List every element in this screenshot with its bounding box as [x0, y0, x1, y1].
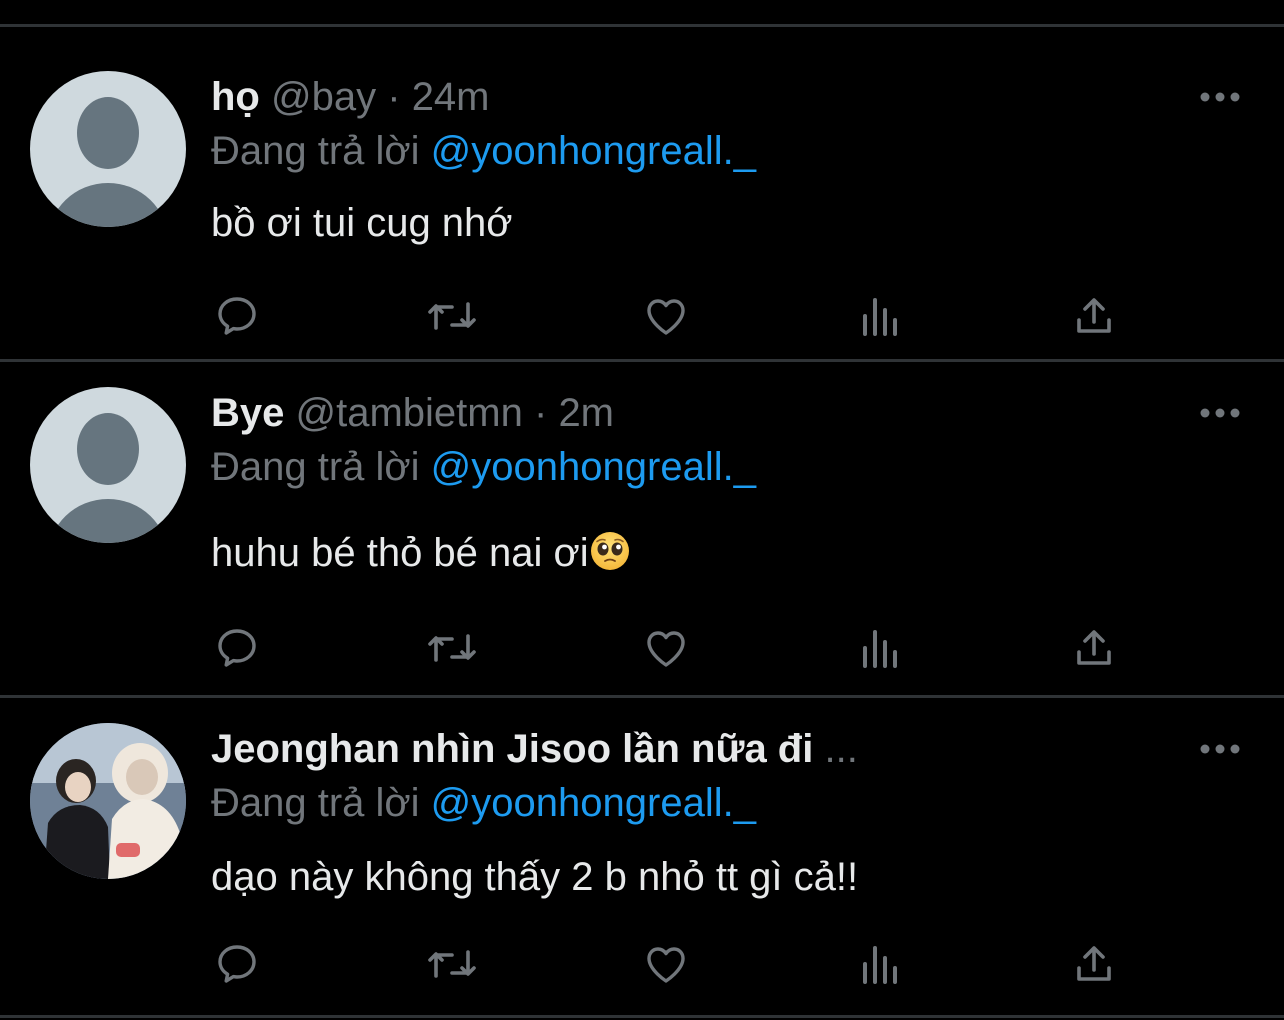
retweet-icon[interactable] [424, 620, 480, 676]
more-options-icon[interactable] [1198, 82, 1242, 112]
mention-link[interactable]: @yoonhongreall._ [431, 445, 756, 489]
replying-label: Đang trả lời [211, 781, 420, 825]
action-bar [0, 936, 1284, 996]
share-icon[interactable] [1066, 620, 1122, 676]
replying-label: Đang trả lời [211, 445, 420, 489]
like-icon[interactable] [638, 620, 694, 676]
tweet-header: họ @bay · 24m [211, 72, 490, 122]
reply-icon[interactable] [209, 620, 265, 676]
timestamp[interactable]: 24m [412, 75, 490, 119]
default-avatar[interactable] [30, 387, 186, 543]
replying-to: Đang trả lời @yoonhongreall._ [211, 442, 756, 492]
retweet-icon[interactable] [424, 936, 480, 992]
reply-icon[interactable] [209, 936, 265, 992]
action-bar [0, 620, 1284, 680]
username-handle[interactable]: @tambietmn [296, 391, 523, 435]
more-options-icon[interactable] [1198, 734, 1242, 764]
reply-icon[interactable] [209, 288, 265, 344]
pleading-face-emoji [589, 530, 631, 584]
separator-dot: · [387, 75, 401, 119]
username-handle[interactable]: @bay [271, 75, 376, 119]
tweet-content: huhu bé thỏ bé nai ơi [211, 528, 631, 584]
tweet-text: bồ ơi tui cug nhớ [211, 201, 513, 245]
divider-bottom [0, 1015, 1284, 1018]
separator-dot: · [533, 391, 548, 435]
default-avatar[interactable] [30, 71, 186, 227]
tweet-3[interactable]: Jeonghan nhìn Jisoo lần nữa đi ... Đang … [0, 678, 1284, 1010]
more-options-icon[interactable] [1198, 398, 1242, 428]
photo-avatar[interactable] [30, 723, 186, 879]
display-name[interactable]: Jeonghan nhìn Jisoo lần nữa đi [211, 727, 813, 771]
share-icon[interactable] [1066, 936, 1122, 992]
replying-to: Đang trả lời @yoonhongreall._ [211, 778, 756, 828]
tweet-text: huhu bé thỏ bé nai ơi [211, 531, 589, 575]
analytics-icon[interactable] [853, 288, 909, 344]
mention-link[interactable]: @yoonhongreall._ [431, 129, 756, 173]
display-name[interactable]: họ [211, 75, 260, 119]
analytics-icon[interactable] [853, 620, 909, 676]
name-truncation: ... [824, 727, 858, 771]
tweet-text: dạo này không thấy 2 b nhỏ tt gì cả!! [211, 855, 859, 899]
tweet-header: Bye @tambietmn · 2m [211, 388, 614, 438]
timestamp[interactable]: 2m [558, 391, 614, 435]
mention-link[interactable]: @yoonhongreall._ [431, 781, 756, 825]
retweet-icon[interactable] [424, 288, 480, 344]
replying-label: Đang trả lời [211, 129, 420, 173]
tweet-2[interactable]: Bye @tambietmn · 2m Đang trả lời @yoonho… [0, 342, 1284, 674]
tweet-1[interactable]: họ @bay · 24m Đang trả lời @yoonhongreal… [0, 26, 1284, 358]
like-icon[interactable] [638, 288, 694, 344]
analytics-icon[interactable] [853, 936, 909, 992]
display-name[interactable]: Bye [211, 391, 284, 435]
replying-to: Đang trả lời @yoonhongreall._ [211, 126, 756, 176]
action-bar [0, 288, 1284, 348]
like-icon[interactable] [638, 936, 694, 992]
tweet-header: Jeonghan nhìn Jisoo lần nữa đi ... [211, 724, 858, 774]
share-icon[interactable] [1066, 288, 1122, 344]
